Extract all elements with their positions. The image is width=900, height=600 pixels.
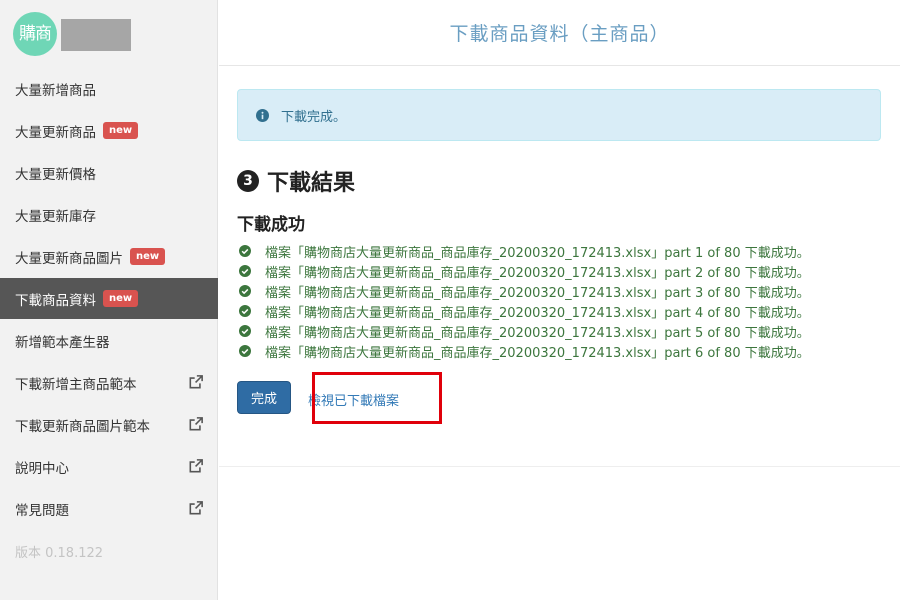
- done-button[interactable]: 完成: [237, 381, 291, 414]
- sidebar-item-label: 新增範本產生器: [15, 334, 110, 351]
- list-item: 檔案「購物商店大量更新商品_商品庫存_20200320_172413.xlsx」…: [239, 321, 879, 341]
- external-link-icon: [189, 501, 203, 515]
- sidebar-item-6[interactable]: 新增範本產生器: [0, 320, 218, 361]
- divider: [219, 466, 900, 467]
- sidebar-item-label: 說明中心: [15, 460, 69, 477]
- external-link-icon: [189, 459, 203, 473]
- result-text: 檔案「購物商店大量更新商品_商品庫存_20200320_172413.xlsx」…: [265, 245, 810, 261]
- sidebar-item-9[interactable]: 說明中心: [0, 446, 218, 487]
- external-link-icon: [189, 417, 203, 431]
- info-alert: 下載完成。: [237, 89, 881, 141]
- sidebar-item-4[interactable]: 大量更新商品圖片 new: [0, 236, 218, 277]
- list-item: 檔案「購物商店大量更新商品_商品庫存_20200320_172413.xlsx」…: [239, 281, 879, 301]
- list-item: 檔案「購物商店大量更新商品_商品庫存_20200320_172413.xlsx」…: [239, 261, 879, 281]
- sidebar-item-label: 大量更新價格: [15, 166, 96, 183]
- sidebar-item-3[interactable]: 大量更新庫存: [0, 194, 218, 235]
- sidebar-item-0[interactable]: 大量新增商品: [0, 68, 218, 109]
- info-circle-icon: [256, 108, 269, 122]
- step-number-icon: 3: [237, 170, 259, 192]
- new-badge: new: [103, 290, 139, 307]
- sidebar-item-label: 大量更新商品: [15, 124, 96, 141]
- store-name-redacted: [61, 19, 131, 51]
- new-badge: new: [103, 122, 139, 139]
- sidebar-item-10[interactable]: 常見問題: [0, 488, 218, 529]
- view-downloaded-files-link[interactable]: 檢視已下載檔案: [308, 390, 399, 409]
- check-circle-icon: [239, 345, 251, 357]
- result-text: 檔案「購物商店大量更新商品_商品庫存_20200320_172413.xlsx」…: [265, 305, 810, 321]
- check-circle-icon: [239, 325, 251, 337]
- result-text: 檔案「購物商店大量更新商品_商品庫存_20200320_172413.xlsx」…: [265, 285, 810, 301]
- result-text: 檔案「購物商店大量更新商品_商品庫存_20200320_172413.xlsx」…: [265, 265, 810, 281]
- list-item: 檔案「購物商店大量更新商品_商品庫存_20200320_172413.xlsx」…: [239, 241, 879, 261]
- version-label: 版本 0.18.122: [15, 546, 104, 561]
- store-logo[interactable]: 購商: [13, 12, 57, 56]
- new-badge: new: [130, 248, 166, 265]
- check-circle-icon: [239, 305, 251, 317]
- sidebar-item-label: 大量更新商品圖片: [15, 250, 123, 267]
- sidebar-item-1[interactable]: 大量更新商品 new: [0, 110, 218, 151]
- page-header: 下載商品資料（主商品）: [219, 0, 900, 66]
- step-heading: 3 下載結果: [237, 165, 355, 197]
- sidebar-item-label: 下載更新商品圖片範本: [15, 418, 150, 435]
- result-list: 檔案「購物商店大量更新商品_商品庫存_20200320_172413.xlsx」…: [239, 241, 879, 361]
- step-heading-text: 下載結果: [267, 171, 356, 196]
- success-heading: 下載成功: [237, 215, 305, 235]
- external-link-icon: [189, 375, 203, 389]
- check-circle-icon: [239, 265, 251, 277]
- alert-text: 下載完成。: [281, 109, 347, 125]
- sidebar-item-label: 下載新增主商品範本: [15, 376, 137, 393]
- sidebar-item-label: 大量新增商品: [15, 82, 96, 99]
- sidebar-item-label: 大量更新庫存: [15, 208, 96, 225]
- page-title: 下載商品資料（主商品）: [449, 23, 670, 45]
- result-text: 檔案「購物商店大量更新商品_商品庫存_20200320_172413.xlsx」…: [265, 345, 810, 361]
- sidebar-item-5[interactable]: 下載商品資料 new: [0, 278, 218, 319]
- check-circle-icon: [239, 285, 251, 297]
- main-content: 下載商品資料（主商品） 下載完成。 3 下載結果 下載成功 檔案「購物商店大量更…: [219, 0, 900, 600]
- check-circle-icon: [239, 245, 251, 257]
- sidebar-item-label: 常見問題: [15, 502, 69, 519]
- sidebar-item-label: 下載商品資料: [15, 292, 96, 309]
- sidebar: 購商 大量新增商品 大量更新商品 new 大量更新價格 大量更新庫存大量更新商品圖片 ne…: [0, 0, 218, 600]
- list-item: 檔案「購物商店大量更新商品_商品庫存_20200320_172413.xlsx」…: [239, 301, 879, 321]
- list-item: 檔案「購物商店大量更新商品_商品庫存_20200320_172413.xlsx」…: [239, 341, 879, 361]
- sidebar-item-2[interactable]: 大量更新價格: [0, 152, 218, 193]
- sidebar-item-8[interactable]: 下載更新商品圖片範本: [0, 404, 218, 445]
- sidebar-header: 購商: [0, 0, 217, 68]
- result-text: 檔案「購物商店大量更新商品_商品庫存_20200320_172413.xlsx」…: [265, 325, 810, 341]
- sidebar-item-7[interactable]: 下載新增主商品範本: [0, 362, 218, 403]
